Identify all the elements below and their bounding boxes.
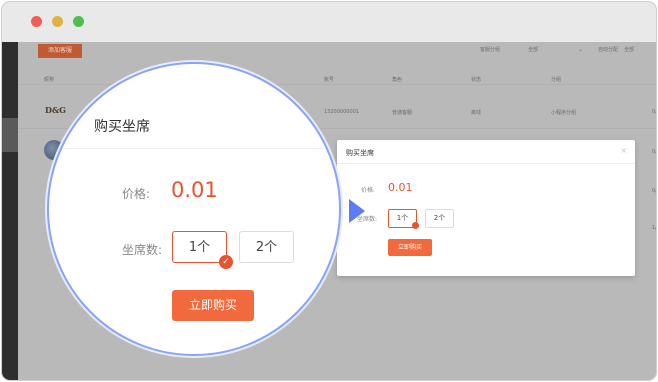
header-nickname: 昵称 (44, 77, 55, 83)
seat-option-2[interactable]: 2个 (425, 209, 454, 228)
sidebar (2, 42, 18, 380)
row-group: 小程序分组 (551, 110, 577, 116)
magnified-divider (49, 148, 339, 149)
pointer-arrow-icon (349, 199, 365, 223)
group-filter-value[interactable]: 全部 (528, 46, 538, 53)
row-extra: 0/ (652, 188, 656, 194)
row-logo: D&G (45, 105, 66, 115)
magnified-title: 购买坐席 (94, 119, 150, 135)
modal-divider (337, 163, 635, 164)
magnified-price-label: 价格: (122, 187, 151, 201)
row-extra: 1/ (652, 225, 656, 231)
auto-assign-label: 自动分配 (598, 47, 619, 53)
price-label: 价格: (361, 187, 376, 194)
check-icon (412, 222, 419, 229)
magnified-buy-now-button[interactable]: 立即购买 (172, 290, 254, 321)
modal-title: 购买坐席 (346, 149, 374, 157)
magnified-seat-label: 坐席数: (122, 243, 163, 257)
row-role: 普通客服 (392, 110, 413, 116)
header-account: 账号 (324, 77, 335, 83)
price-value: 0.01 (388, 181, 413, 194)
magnified-seat-option-2[interactable]: 2个 (239, 231, 294, 263)
add-agent-button[interactable]: 添加客服 (38, 44, 82, 58)
row-extra: 0/ (652, 109, 656, 115)
sidebar-active-item[interactable] (2, 118, 18, 152)
chevron-down-icon[interactable]: ⌄ (578, 46, 583, 53)
header-status: 状态 (471, 77, 482, 83)
close-icon[interactable]: × (620, 146, 627, 155)
maximize-window-icon[interactable] (73, 16, 84, 27)
auto-assign-value[interactable]: 全部 (624, 46, 634, 53)
minimize-window-icon[interactable] (52, 16, 63, 27)
buy-seat-modal: 购买坐席 × 价格: 0.01 坐席数: 1个 2个 立即购买 (337, 140, 635, 276)
header-group: 分组 (551, 77, 562, 83)
title-bar (2, 2, 656, 43)
check-icon: ✓ (219, 255, 233, 269)
buy-now-button[interactable]: 立即购买 (388, 239, 432, 256)
row-account: 13200000001 (324, 109, 359, 115)
row-status: 离线 (471, 110, 482, 116)
magnified-price-value: 0.01 (171, 178, 218, 202)
table-header: 昵称 账号 角色 状态 分组 (18, 68, 656, 85)
close-window-icon[interactable] (31, 16, 42, 27)
header-role: 角色 (392, 77, 403, 83)
row-extra: 0/ (652, 149, 656, 155)
group-filter-label: 客服分组 (480, 47, 501, 53)
magnifier-callout: 购买坐席 价格: 0.01 坐席数: 1个 ✓ 2个 立即购买 (47, 62, 341, 356)
